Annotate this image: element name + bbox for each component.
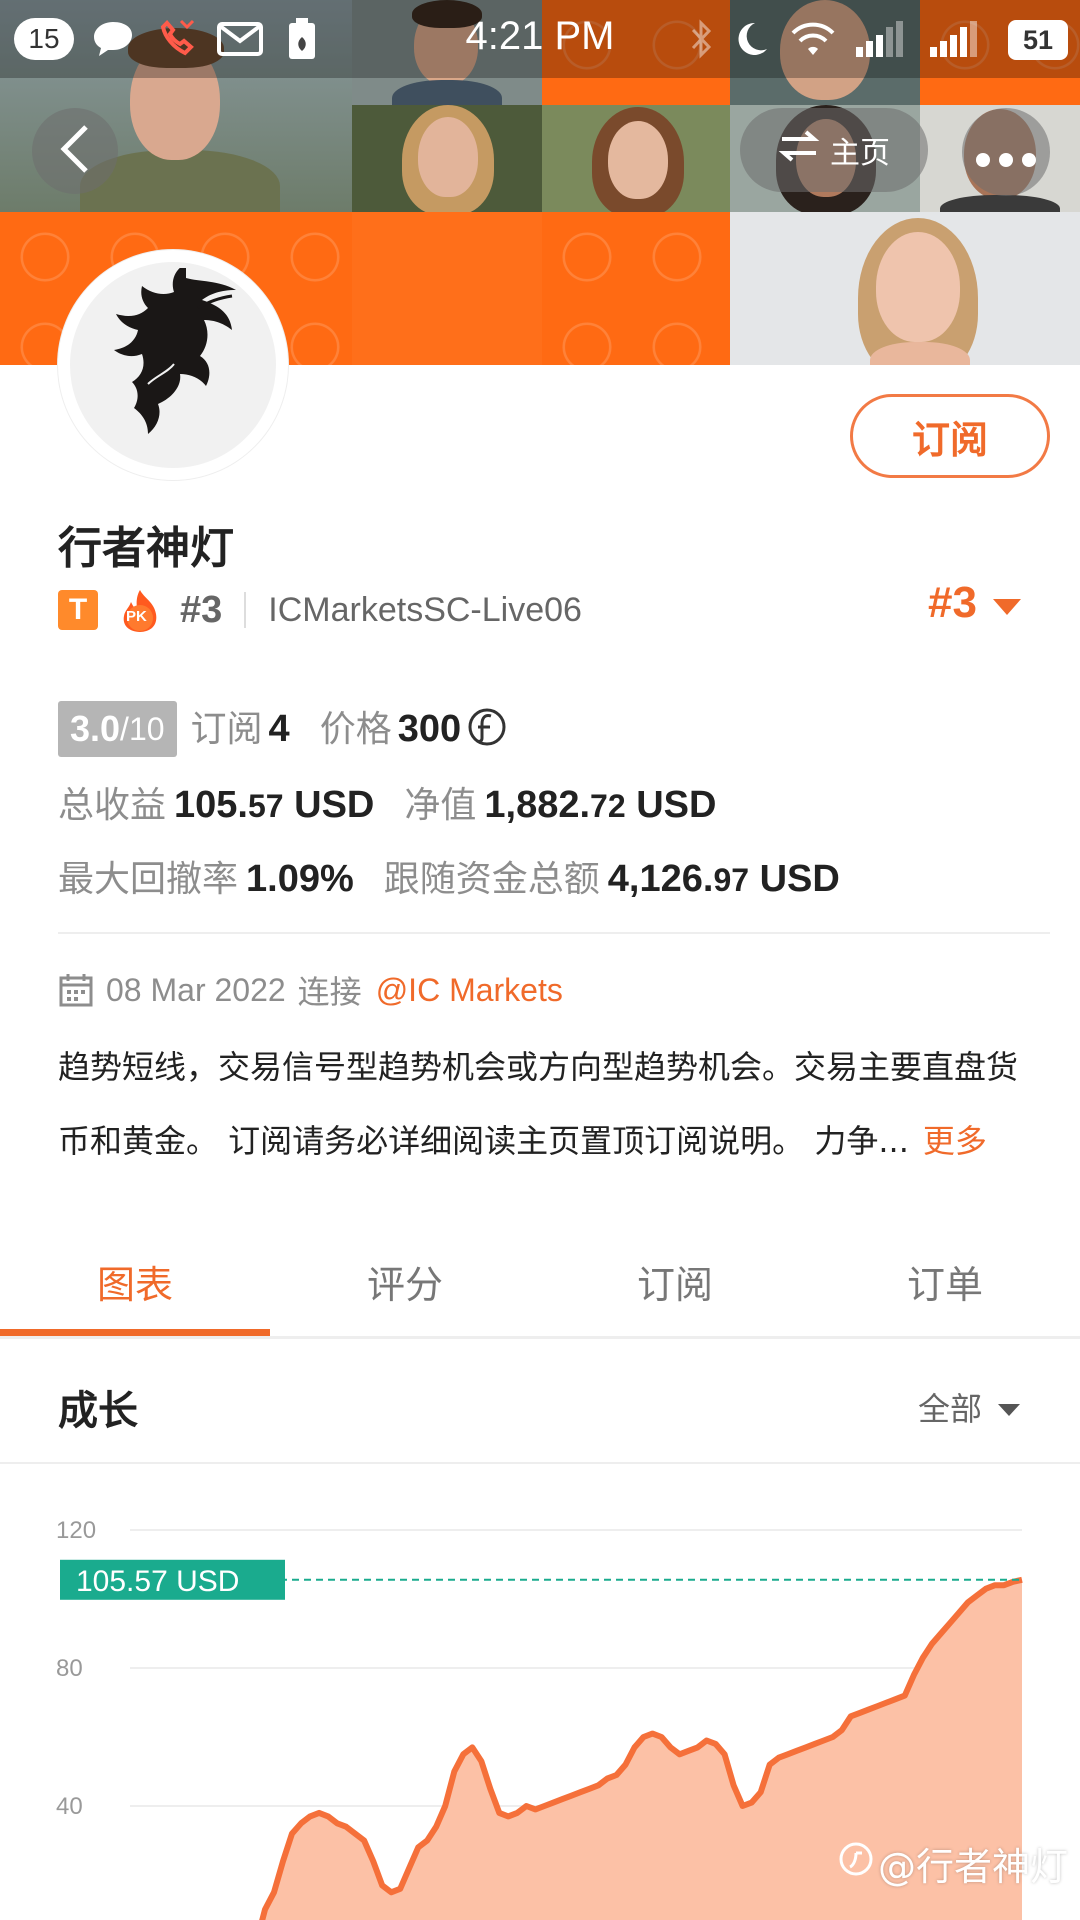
max-drawdown-label: 最大回撤率 bbox=[58, 859, 239, 900]
range-label: 全部 bbox=[918, 1390, 983, 1428]
subscribe-button[interactable]: 订阅 bbox=[850, 394, 1050, 478]
cover-photo-woman-brunette bbox=[542, 105, 730, 212]
section-divider bbox=[58, 932, 1050, 934]
signal-icon bbox=[852, 16, 908, 62]
score-row: 3.0/10 订阅 4 价格 300 bbox=[58, 700, 507, 757]
meta-divider bbox=[244, 592, 247, 628]
broker-link[interactable]: @IC Markets bbox=[376, 972, 563, 1009]
cover-photo-woman-smiling bbox=[730, 212, 1080, 365]
profile-tabs: 图表 评分 订阅 订单 bbox=[0, 1226, 1080, 1336]
y-tick-label: 80 bbox=[56, 1655, 83, 1682]
drawdown-row: 最大回撤率 1.09% 跟随资金总额 4,126.97 USD bbox=[58, 850, 840, 902]
max-drawdown-value: 1.09% bbox=[246, 858, 354, 900]
trader-description: 趋势短线，交易信号型趋势机会或方向型趋势机会。交易主要直盘货 币和黄金。 订阅请… bbox=[58, 1030, 1058, 1178]
pk-label: PK bbox=[126, 608, 147, 625]
moon-icon bbox=[728, 16, 774, 62]
y-tick-label: 120 bbox=[56, 1517, 96, 1544]
broker-server: ICMarketsSC-Live06 bbox=[268, 590, 582, 629]
trader-name: 行者神灯 bbox=[58, 523, 234, 574]
tab-rating[interactable]: 评分 bbox=[270, 1226, 540, 1336]
bluetooth-icon bbox=[684, 16, 718, 62]
current-value-label: 105.57 USD bbox=[76, 1565, 239, 1598]
trader-meta-row: T PK #3 ICMarketsSC-Live06 bbox=[58, 582, 582, 638]
back-button[interactable] bbox=[32, 108, 118, 194]
follow-funds-label: 跟随资金总额 bbox=[383, 859, 600, 900]
trader-type-badge: T bbox=[58, 590, 98, 630]
home-label: 主页 bbox=[830, 136, 890, 171]
total-profit-label: 总收益 bbox=[58, 785, 167, 826]
description-line: 趋势短线，交易信号型趋势机会或方向型趋势机会。交易主要直盘货 bbox=[58, 1048, 1019, 1086]
section-divider bbox=[0, 1462, 1080, 1464]
profit-row: 总收益 105.57 USD 净值 1,882.72 USD bbox=[58, 776, 716, 828]
caret-down-icon bbox=[991, 578, 1023, 628]
growth-section-title: 成长 bbox=[58, 1388, 138, 1434]
total-profit-value: 105.57 USD bbox=[174, 784, 375, 826]
more-link[interactable]: 更多 bbox=[923, 1122, 987, 1160]
profile-avatar[interactable] bbox=[58, 250, 288, 480]
app-root: 15 4:21 PM 51 主页 订阅 行者神灯 T PK #3 ICMarke… bbox=[0, 0, 1080, 1920]
caret-down-icon bbox=[996, 1388, 1022, 1426]
more-options-button[interactable] bbox=[962, 108, 1050, 196]
chevron-left-icon bbox=[58, 123, 92, 179]
tab-orders[interactable]: 订单 bbox=[810, 1226, 1080, 1336]
ink-warrior-avatar-art bbox=[114, 268, 236, 434]
rank-dropdown-label: #3 bbox=[928, 578, 977, 627]
swap-arrows-icon bbox=[778, 129, 820, 171]
subscribers-label: 订阅 bbox=[190, 709, 263, 750]
tabs-divider bbox=[0, 1336, 1080, 1339]
switch-home-button[interactable]: 主页 bbox=[740, 108, 928, 192]
signal-icon bbox=[926, 16, 982, 62]
status-bar: 15 4:21 PM 51 bbox=[0, 0, 1080, 78]
rating-score: 3.0 bbox=[70, 708, 121, 749]
description-line: 币和黄金。 订阅请务必详细阅读主页置顶订阅说明。 力争... 更多 bbox=[58, 1122, 987, 1160]
status-time: 4:21 PM bbox=[465, 14, 615, 58]
y-tick-label: 40 bbox=[56, 1793, 83, 1820]
rank-label: #3 bbox=[180, 588, 223, 631]
battery-level: 51 bbox=[1008, 20, 1068, 60]
watermark: @行者神灯 bbox=[838, 1836, 1068, 1891]
wifi-icon bbox=[786, 16, 840, 62]
connect-label: 连接 bbox=[297, 973, 362, 1011]
range-dropdown[interactable]: 全部 bbox=[918, 1384, 1022, 1430]
tab-chart[interactable]: 图表 bbox=[0, 1226, 270, 1336]
price-label: 价格 bbox=[319, 709, 392, 750]
connect-date: 08 Mar 2022 bbox=[106, 971, 286, 1008]
cover-tile-orange bbox=[542, 212, 730, 365]
follow-funds-value: 4,126.97 USD bbox=[607, 858, 840, 900]
price-value: 300 bbox=[397, 708, 462, 750]
more-dots-icon bbox=[975, 125, 1037, 179]
watermark-text: @行者神灯 bbox=[878, 1845, 1069, 1889]
coin-icon bbox=[467, 707, 507, 751]
subscribers-value: 4 bbox=[268, 708, 290, 750]
rating-score-badge: 3.0/10 bbox=[58, 701, 177, 757]
tab-subscription[interactable]: 订阅 bbox=[540, 1226, 810, 1336]
rank-dropdown[interactable]: #3 bbox=[928, 578, 1023, 628]
equity-value: 1,882.72 USD bbox=[484, 784, 717, 826]
connection-info: 08 Mar 2022 连接 @IC Markets bbox=[58, 966, 563, 1014]
equity-label: 净值 bbox=[404, 785, 477, 826]
calendar-icon bbox=[58, 972, 94, 1008]
cover-photo-woman-blonde bbox=[352, 105, 542, 212]
cover-tile-orange-plain bbox=[352, 212, 542, 365]
pk-flame-icon: PK bbox=[120, 588, 160, 632]
rating-denominator: /10 bbox=[120, 710, 165, 747]
zhihu-logo-icon bbox=[838, 1841, 874, 1886]
